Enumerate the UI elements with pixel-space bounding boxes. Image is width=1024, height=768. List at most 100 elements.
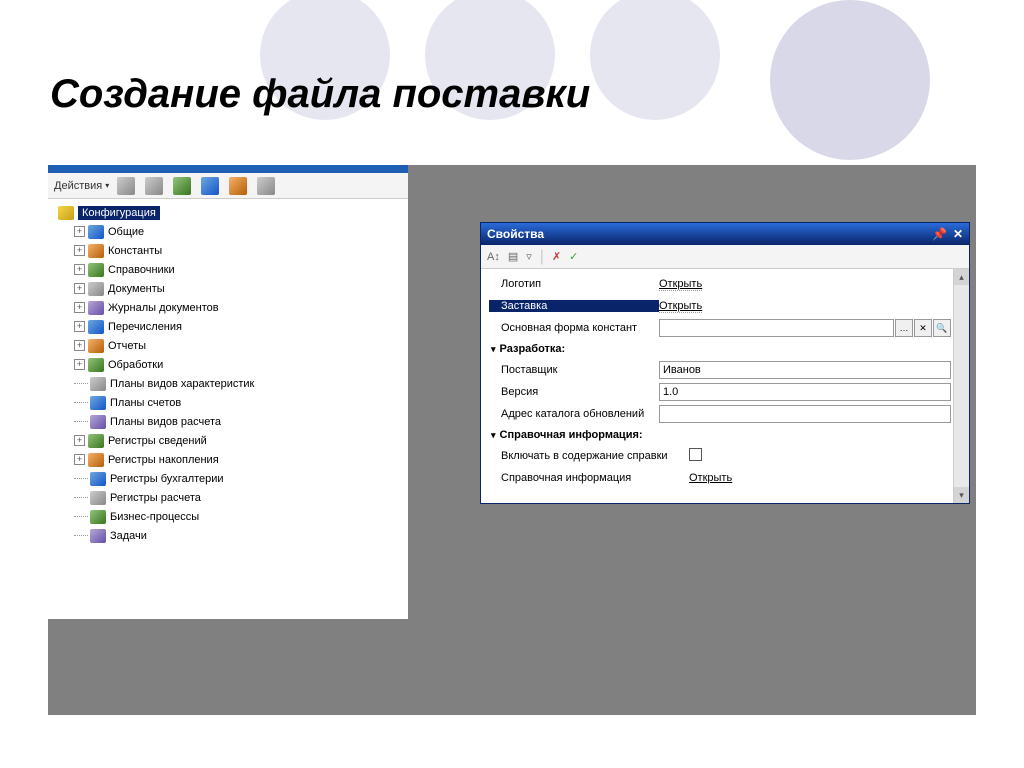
close-icon[interactable]: ✕ bbox=[953, 227, 963, 241]
expand-icon[interactable]: + bbox=[74, 454, 85, 465]
prop-label: Справочная информация bbox=[489, 472, 689, 484]
const-form-input[interactable] bbox=[659, 319, 894, 337]
tree-item[interactable]: +Общие bbox=[70, 222, 408, 241]
toolbar-icon[interactable] bbox=[145, 177, 163, 195]
actions-menu-button[interactable]: Действия▾ bbox=[54, 180, 109, 192]
tree-connector bbox=[74, 535, 88, 536]
tree-node-icon bbox=[90, 529, 106, 543]
lookup-button[interactable]: 🔍 bbox=[933, 319, 951, 337]
tree-item[interactable]: +Регистры накопления bbox=[70, 450, 408, 469]
tree-toolbar: Действия▾ bbox=[48, 173, 408, 199]
tree-item-label: Задачи bbox=[110, 530, 147, 542]
tree-node-icon bbox=[88, 263, 104, 277]
tree-item[interactable]: +Документы bbox=[70, 279, 408, 298]
section-header-help[interactable]: ▾ Справочная информация: bbox=[489, 425, 951, 445]
sort-alpha-icon[interactable]: A↕ bbox=[487, 251, 500, 263]
clear-button[interactable]: ✕ bbox=[914, 319, 932, 337]
toolbar-icon[interactable] bbox=[229, 177, 247, 195]
tree-item-label: Константы bbox=[108, 245, 162, 257]
tree-connector bbox=[74, 402, 88, 403]
collapse-icon: ▾ bbox=[491, 344, 496, 355]
expand-icon[interactable]: + bbox=[74, 359, 85, 370]
tree-item[interactable]: Регистры бухгалтерии bbox=[70, 469, 408, 488]
open-link[interactable]: Открыть bbox=[689, 472, 732, 484]
prop-row-version: Версия bbox=[489, 381, 951, 403]
prop-label: Заставка bbox=[489, 300, 659, 312]
expand-icon[interactable]: + bbox=[74, 283, 85, 294]
tree-connector bbox=[74, 383, 88, 384]
tree-node-icon bbox=[88, 320, 104, 334]
config-tree-panel: Действия▾ Конфигурация +Общие+Константы+… bbox=[48, 165, 408, 619]
scroll-down-icon[interactable]: ▾ bbox=[954, 487, 969, 503]
tree-item[interactable]: +Отчеты bbox=[70, 336, 408, 355]
tree-node-icon bbox=[88, 244, 104, 258]
filter-icon[interactable] bbox=[257, 177, 275, 195]
expand-icon[interactable]: + bbox=[74, 264, 85, 275]
tree-node-icon bbox=[88, 282, 104, 296]
expand-icon[interactable]: + bbox=[74, 321, 85, 332]
tree-item[interactable]: Бизнес-процессы bbox=[70, 507, 408, 526]
cancel-icon[interactable]: ✗ bbox=[552, 250, 561, 263]
tree-item[interactable]: + Константы bbox=[70, 241, 408, 260]
tree-node-icon bbox=[88, 434, 104, 448]
prop-row-logo: Логотип Открыть bbox=[489, 273, 951, 295]
slide-title: Создание файла поставки bbox=[50, 72, 590, 117]
tree-connector bbox=[74, 497, 88, 498]
update-catalog-input[interactable] bbox=[659, 405, 951, 423]
expand-icon[interactable]: + bbox=[74, 226, 85, 237]
tree-item[interactable]: Планы видов характеристик bbox=[70, 374, 408, 393]
category-icon[interactable]: ▤ bbox=[508, 250, 518, 263]
tree-root-label: Конфигурация bbox=[78, 206, 160, 220]
tree-body: Конфигурация +Общие+Константы+Справочник… bbox=[48, 199, 408, 619]
properties-titlebar[interactable]: Свойства 📌 ✕ bbox=[481, 223, 969, 245]
tree-item[interactable]: Регистры расчета bbox=[70, 488, 408, 507]
vendor-input[interactable] bbox=[659, 361, 951, 379]
tree-item-label: Регистры бухгалтерии bbox=[110, 473, 224, 485]
tree-node-icon bbox=[88, 225, 104, 239]
tree-node-icon bbox=[90, 396, 106, 410]
workspace: Действия▾ Конфигурация +Общие+Константы+… bbox=[48, 165, 976, 715]
prop-label: Основная форма констант bbox=[489, 322, 659, 334]
tree-item-label: Справочники bbox=[108, 264, 175, 276]
expand-icon[interactable]: + bbox=[74, 302, 85, 313]
open-link[interactable]: Открыть bbox=[659, 278, 702, 291]
prop-row-update-catalog: Адрес каталога обновлений bbox=[489, 403, 951, 425]
tree-connector bbox=[74, 421, 88, 422]
tree-item[interactable]: Планы счетов bbox=[70, 393, 408, 412]
open-link[interactable]: Открыть bbox=[659, 300, 702, 313]
tree-node-icon bbox=[90, 510, 106, 524]
tree-item[interactable]: + Обработки bbox=[70, 355, 408, 374]
scroll-up-icon[interactable]: ▴ bbox=[954, 269, 969, 285]
tree-root-item[interactable]: Конфигурация bbox=[54, 203, 408, 222]
check-icon[interactable]: ✓ bbox=[569, 250, 578, 263]
expand-icon[interactable]: + bbox=[74, 435, 85, 446]
section-header-dev[interactable]: ▾ Разработка: bbox=[489, 339, 951, 359]
properties-title: Свойства bbox=[487, 227, 544, 241]
pin-icon[interactable]: 📌 bbox=[932, 227, 947, 241]
toolbar-icon[interactable] bbox=[173, 177, 191, 195]
tree-item[interactable]: +Перечисления bbox=[70, 317, 408, 336]
tree-item[interactable]: Задачи bbox=[70, 526, 408, 545]
decorative-circle bbox=[770, 0, 930, 160]
tree-node-icon bbox=[90, 491, 106, 505]
prop-row-help-include: Включать в содержание справки bbox=[489, 445, 951, 467]
tree-item-label: Бизнес-процессы bbox=[110, 511, 199, 523]
prop-label: Включать в содержание справки bbox=[489, 450, 689, 462]
version-input[interactable] bbox=[659, 383, 951, 401]
tree-item[interactable]: +Журналы документов bbox=[70, 298, 408, 317]
tree-node-icon bbox=[88, 301, 104, 315]
prop-row-splash: Заставка Открыть bbox=[489, 295, 951, 317]
scrollbar[interactable]: ▴ ▾ bbox=[953, 269, 969, 503]
toolbar-icon[interactable] bbox=[201, 177, 219, 195]
tree-item[interactable]: + Справочники bbox=[70, 260, 408, 279]
tree-item[interactable]: Планы видов расчета bbox=[70, 412, 408, 431]
tree-item-label: Обработки bbox=[108, 359, 163, 371]
tree-item[interactable]: +Регистры сведений bbox=[70, 431, 408, 450]
expand-icon[interactable]: + bbox=[74, 245, 85, 256]
expand-icon[interactable]: + bbox=[74, 340, 85, 351]
toolbar-icon[interactable] bbox=[117, 177, 135, 195]
prop-row-const-form: Основная форма констант … ✕ 🔍 bbox=[489, 317, 951, 339]
help-include-checkbox[interactable] bbox=[689, 448, 702, 461]
filter-icon[interactable]: ▿ bbox=[526, 250, 532, 263]
ellipsis-button[interactable]: … bbox=[895, 319, 913, 337]
